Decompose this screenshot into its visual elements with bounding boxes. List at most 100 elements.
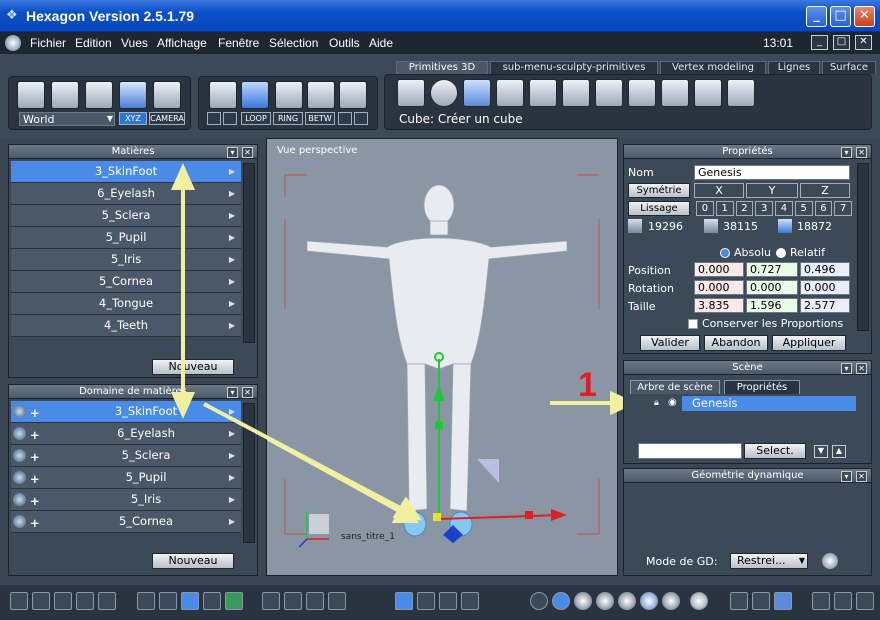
doc-restore-button[interactable]: □ [833, 35, 850, 50]
layout-split-h-icon[interactable] [76, 592, 94, 610]
flat-sphere-icon[interactable] [618, 592, 636, 610]
eye-view-icon[interactable] [328, 592, 346, 610]
curve-icon[interactable] [223, 112, 237, 125]
light-icon[interactable] [730, 592, 748, 610]
xyz-button[interactable]: XYZ [119, 112, 147, 125]
icosahedron-primitive-icon[interactable] [694, 79, 722, 107]
list-item[interactable]: +5_Sclera ▶ [11, 445, 241, 467]
layout-single-icon[interactable] [10, 592, 28, 610]
eye-icon[interactable]: ◉ [668, 397, 677, 408]
close-button[interactable]: ✕ [854, 6, 875, 27]
scene-select-button[interactable]: Select. [744, 443, 806, 459]
text-primitive-icon[interactable] [727, 79, 755, 107]
list-item[interactable]: 5_Iris ▶ [11, 249, 241, 271]
shadow-icon[interactable] [774, 592, 792, 610]
pan-icon[interactable] [284, 592, 302, 610]
layout-three-icon[interactable] [98, 592, 116, 610]
dyn-geo-menu-button[interactable]: ▾ [841, 471, 852, 482]
between-button[interactable]: BETW [305, 112, 335, 125]
smooth-level-button[interactable]: 1 [715, 201, 734, 216]
grid-display-icon[interactable] [203, 592, 221, 610]
dodecahedron-primitive-icon[interactable] [661, 79, 689, 107]
loop-button[interactable]: LOOP [241, 112, 271, 125]
tab-scene-properties[interactable]: Propriétés [724, 380, 800, 394]
relative-radio[interactable] [776, 248, 786, 258]
grid-green-icon[interactable] [225, 592, 243, 610]
properties-close-button[interactable]: ✕ [856, 147, 867, 158]
size-y-field[interactable]: 1.596 [746, 298, 798, 313]
menu-aide[interactable]: Aide [369, 36, 393, 50]
position-x-field[interactable]: 0.000 [694, 262, 744, 277]
tab-lignes[interactable]: Lignes [768, 61, 820, 74]
material-preview-icon[interactable] [752, 592, 770, 610]
dyn-geo-mode-select[interactable]: Restrei... ▼ [730, 553, 808, 569]
scene-menu-button[interactable]: ▾ [841, 363, 852, 374]
maximize-button[interactable]: □ [830, 6, 851, 27]
display-options-icon[interactable] [812, 592, 830, 610]
list-item[interactable]: +5_Pupil ▶ [11, 467, 241, 489]
lock-icon[interactable]: 🔒︎ [654, 398, 659, 408]
ring-button[interactable]: RING [273, 112, 303, 125]
textured-sphere-icon[interactable] [640, 592, 658, 610]
render-preview-icon[interactable] [690, 592, 708, 610]
cancel-button[interactable]: Abandon [704, 335, 768, 351]
plus-icon[interactable]: + [30, 491, 40, 512]
menu-fichier[interactable]: Fichier [30, 36, 66, 50]
symmetry-x-button[interactable]: X [694, 183, 744, 198]
sphere-primitive-icon[interactable] [430, 79, 458, 107]
domain-menu-button[interactable]: ▾ [227, 387, 238, 398]
menu-selection[interactable]: Sélection [269, 36, 318, 50]
cube-face-icon[interactable] [241, 81, 269, 109]
list-item[interactable]: 6_Eyelash ▶ [11, 183, 241, 205]
list-item[interactable]: +6_Eyelash ▶ [11, 423, 241, 445]
export-icon[interactable] [856, 592, 874, 610]
pyramid-primitive-icon[interactable] [595, 79, 623, 107]
properties-scrollbar[interactable] [857, 163, 869, 331]
menu-fenetre[interactable]: Fenêtre [218, 36, 259, 50]
materials-menu-button[interactable]: ▾ [227, 147, 238, 158]
dyn-geo-close-button[interactable]: ✕ [856, 471, 867, 482]
name-field[interactable]: Genesis [694, 165, 850, 180]
cylinder-primitive-icon[interactable] [529, 79, 557, 107]
symmetry-z-button[interactable]: Z [800, 183, 850, 198]
scene-select-field[interactable] [638, 443, 742, 459]
brush-icon[interactable] [207, 112, 221, 125]
scene-item-genesis[interactable]: Genesis [682, 396, 856, 411]
materials-close-button[interactable]: ✕ [242, 147, 253, 158]
octahedron-primitive-icon[interactable] [628, 79, 656, 107]
list-item[interactable]: 5_Pupil ▶ [11, 227, 241, 249]
cube-vertex-icon[interactable] [307, 81, 335, 109]
sphere-icon[interactable] [13, 405, 26, 418]
wireframe-sphere-icon[interactable] [530, 592, 548, 610]
doc-minimize-button[interactable]: _ [811, 35, 828, 50]
list-item[interactable]: 4_Teeth ▶ [11, 315, 241, 337]
list-item[interactable]: 3_SkinFoot ▶ [11, 161, 241, 183]
universal-tool-icon[interactable] [461, 592, 479, 610]
list-item[interactable]: 5_Cornea ▶ [11, 271, 241, 293]
wire-shaded-sphere-icon[interactable] [552, 592, 570, 610]
sphere-icon[interactable] [13, 493, 26, 506]
shaded-sphere-icon[interactable] [574, 592, 592, 610]
smooth-sphere-icon[interactable] [596, 592, 614, 610]
layout-split-v-icon[interactable] [54, 592, 72, 610]
list-item[interactable]: +5_Cornea ▶ [11, 511, 241, 533]
magnet-snap-icon[interactable] [159, 592, 177, 610]
domain-new-button[interactable]: Nouveau [152, 553, 234, 569]
zoom-icon[interactable] [306, 592, 324, 610]
validate-button[interactable]: Valider [640, 335, 700, 351]
cone-primitive-icon[interactable] [562, 79, 590, 107]
scene-close-button[interactable]: ✕ [856, 363, 867, 374]
viewport-3d[interactable]: Vue perspective sans_titre_1 [266, 138, 618, 576]
smooth-level-button[interactable]: 3 [755, 201, 773, 216]
sphere-icon[interactable] [13, 449, 26, 462]
list-item[interactable]: +3_SkinFoot ▶ [11, 401, 241, 423]
smooth-level-button[interactable]: 7 [834, 201, 852, 216]
apply-button[interactable]: Appliquer [772, 335, 846, 351]
menu-vues[interactable]: Vues [121, 36, 148, 50]
render-sphere-icon[interactable] [662, 592, 680, 610]
move-up-button[interactable]: ▲ [832, 445, 846, 458]
smooth-level-button[interactable]: 4 [775, 201, 793, 216]
rotation-x-field[interactable]: 0.000 [694, 280, 744, 295]
grid-select-icon[interactable] [338, 112, 352, 125]
grid-primitive-icon[interactable] [496, 79, 524, 107]
